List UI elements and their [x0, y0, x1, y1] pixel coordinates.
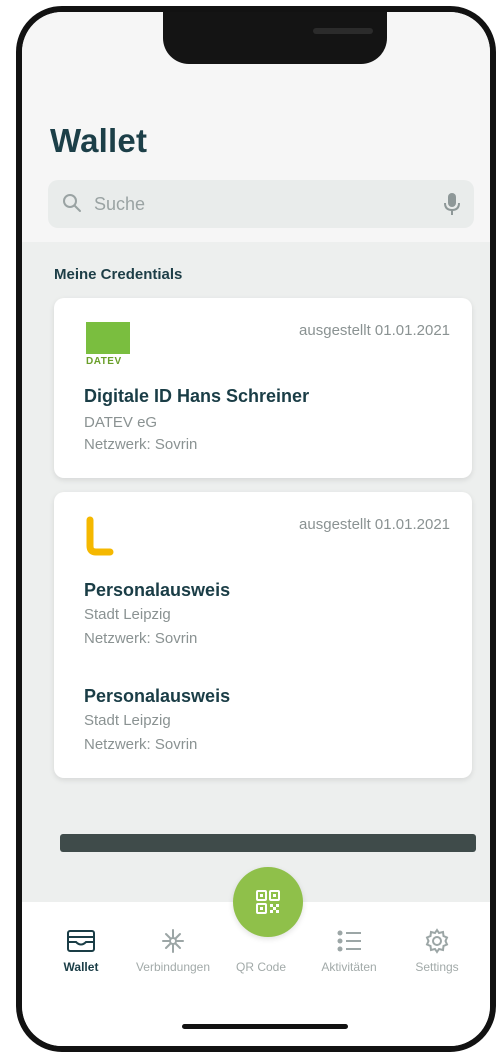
list-icon — [337, 930, 361, 952]
tab-wallet[interactable]: Wallet — [36, 928, 126, 974]
credential-title: Personalausweis — [84, 580, 231, 600]
home-indicator — [182, 1024, 348, 1029]
issued-date: ausgestellt 01.01.2021 — [299, 322, 450, 339]
qr-scan-button[interactable] — [233, 867, 303, 937]
credential-title: Personalausweis — [84, 686, 231, 706]
datev-logo: DATEV — [86, 322, 130, 367]
microphone-icon[interactable] — [442, 191, 462, 217]
page-title: Wallet — [50, 122, 148, 159]
leipzig-logo-icon — [86, 516, 114, 556]
speaker-grill — [313, 28, 373, 34]
search-icon — [63, 194, 81, 212]
credential-card-datev[interactable]: DATEV ausgestellt 01.01.2021 Digitale ID… — [54, 298, 472, 478]
credential-title: Digitale ID Hans Schreiner — [84, 386, 310, 406]
device-notch — [163, 12, 387, 64]
tab-verbindungen[interactable]: Verbindungen — [128, 928, 218, 974]
tab-label: Aktivitäten — [321, 960, 377, 974]
tab-settings[interactable]: Settings — [392, 928, 482, 974]
tab-label: Settings — [415, 960, 459, 974]
datev-logo-mark — [86, 322, 130, 354]
network-icon — [162, 929, 184, 953]
tab-label: Verbindungen — [135, 960, 211, 974]
section-title: Meine Credentials — [54, 266, 183, 283]
wallet-icon — [67, 930, 95, 952]
issued-date: ausgestellt 01.01.2021 — [299, 516, 450, 533]
credential-issuer: Stadt Leipzig — [84, 606, 171, 623]
qr-code-icon — [256, 890, 280, 914]
credential-network: Netzwerk: Sovrin — [84, 436, 198, 453]
credential-issuer: Stadt Leipzig — [84, 712, 171, 729]
tab-aktivitaeten[interactable]: Aktivitäten — [304, 928, 394, 974]
credential-network: Netzwerk: Sovrin — [84, 736, 198, 753]
scroll-divider-bar — [60, 834, 476, 852]
search-bar[interactable]: Suche — [48, 180, 474, 228]
gear-icon — [425, 928, 449, 954]
credential-issuer: DATEV eG — [84, 414, 158, 431]
search-placeholder[interactable]: Suche — [94, 194, 145, 215]
datev-logo-text: DATEV — [86, 356, 122, 367]
phone-frame: Wallet Suche Meine Credentials DATEV aus… — [16, 6, 496, 1052]
credential-card-leipzig[interactable]: ausgestellt 01.01.2021 Personalausweis S… — [54, 492, 472, 778]
tab-label: QR Code — [235, 960, 287, 974]
credential-network: Netzwerk: Sovrin — [84, 630, 198, 647]
credentials-list: Meine Credentials DATEV ausgestellt 01.0… — [22, 242, 490, 902]
tab-label: Wallet — [63, 960, 99, 974]
